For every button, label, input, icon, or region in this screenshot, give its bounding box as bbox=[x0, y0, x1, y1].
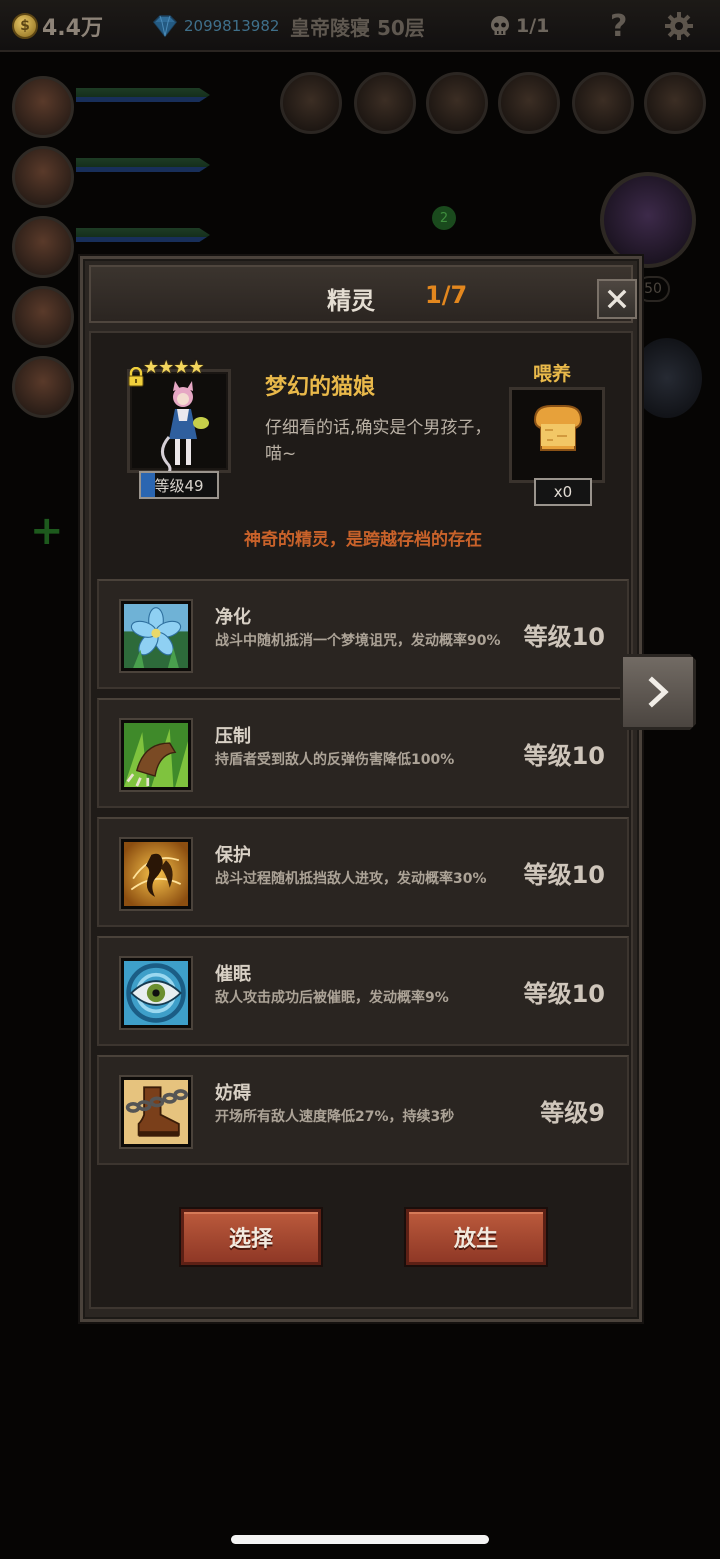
skull-counter: 1/1 bbox=[488, 10, 549, 42]
skill-description: 持盾者受到敌人的反弹伤害降低100% bbox=[215, 752, 455, 768]
skill-level: 等级10 bbox=[523, 742, 605, 770]
eye-icon bbox=[121, 958, 191, 1028]
hero-portrait[interactable] bbox=[12, 216, 74, 278]
crow-portrait bbox=[632, 338, 702, 418]
gem-counter: 2099813982 bbox=[150, 10, 279, 42]
hero-portrait[interactable] bbox=[12, 356, 74, 418]
hero-hp-bar bbox=[76, 228, 210, 242]
skill-row[interactable]: 保护 战斗过程随机抵挡敌人进攻，发动概率30% 等级10 bbox=[97, 817, 629, 927]
stage-title: 皇帝陵寝 50层 bbox=[290, 15, 425, 40]
hero-hp-bar bbox=[76, 88, 210, 102]
gold-counter: $ 4.4万 bbox=[12, 10, 103, 42]
release-button[interactable]: 放生 bbox=[406, 1209, 546, 1265]
skill-description: 战斗中随机抵消一个梦境诅咒，发动概率90% bbox=[215, 633, 501, 649]
skill-row[interactable]: 妨碍 开场所有敌人速度降低27%，持续3秒 等级9 bbox=[97, 1055, 629, 1165]
equipment-slot[interactable] bbox=[644, 72, 706, 134]
bread-icon bbox=[533, 405, 583, 451]
spirit-level: 等级49 bbox=[154, 476, 204, 495]
spirit-guard-icon bbox=[121, 839, 191, 909]
close-button[interactable] bbox=[597, 279, 637, 319]
home-indicator[interactable] bbox=[231, 1535, 489, 1544]
equipment-slot[interactable] bbox=[280, 72, 342, 134]
chained-boot-icon bbox=[121, 1077, 191, 1147]
skill-name: 催眠 bbox=[215, 964, 251, 985]
hero-portrait[interactable] bbox=[12, 146, 74, 208]
equipment-slot[interactable] bbox=[354, 72, 416, 134]
feed-label: 喂养 bbox=[533, 363, 572, 385]
coin-icon: $ bbox=[12, 13, 38, 39]
claw-icon bbox=[121, 720, 191, 790]
spirit-tagline: 神奇的精灵，是跨越存档的存在 bbox=[244, 530, 482, 550]
feed-button[interactable]: x0 bbox=[509, 387, 605, 506]
skill-level: 等级10 bbox=[523, 980, 605, 1008]
skill-row[interactable]: 催眠 敌人攻击成功后被催眠，发动概率9% 等级10 bbox=[97, 936, 629, 1046]
next-spirit-button[interactable] bbox=[620, 654, 696, 730]
skill-row[interactable]: 压制 持盾者受到敌人的反弹伤害降低100% 等级10 bbox=[97, 698, 629, 808]
skill-description: 敌人攻击成功后被催眠，发动概率9% bbox=[215, 990, 449, 1006]
skill-name: 净化 bbox=[215, 607, 251, 628]
star-rating: ★★★★ bbox=[143, 357, 205, 378]
equipment-slot[interactable] bbox=[572, 72, 634, 134]
hero-portrait[interactable] bbox=[12, 76, 74, 138]
top-hud: $ 4.4万 2099813982 皇帝陵寝 50层 1/1 ? bbox=[0, 0, 720, 52]
spirit-dialog: 精灵 1/7 ★★★★ 等级49 梦幻的猫娘 仔细看的话,确实是个男孩子，喵~ … bbox=[80, 256, 642, 1322]
hero-hp-bar bbox=[76, 158, 210, 172]
skill-row[interactable]: 净化 战斗中随机抵消一个梦境诅咒，发动概率90% 等级10 bbox=[97, 579, 629, 689]
catgirl-sprite bbox=[161, 381, 209, 477]
gear-icon[interactable] bbox=[664, 10, 694, 42]
dialog-header: 精灵 1/7 bbox=[89, 265, 637, 323]
skill-name: 保护 bbox=[215, 845, 251, 866]
spirit-page-count: 1/7 bbox=[425, 281, 468, 309]
skill-level: 等级10 bbox=[523, 861, 605, 889]
skull-icon bbox=[491, 16, 509, 35]
equipment-slot[interactable] bbox=[498, 72, 560, 134]
skull-count: 1/1 bbox=[516, 15, 550, 37]
gold-amount: 4.4万 bbox=[42, 16, 103, 41]
skill-name: 压制 bbox=[215, 726, 251, 747]
spirit-description: 仔细看的话,确实是个男孩子，喵~ bbox=[265, 418, 492, 464]
close-icon bbox=[607, 289, 627, 309]
add-icon[interactable]: + bbox=[30, 508, 64, 554]
diamond-icon bbox=[152, 15, 178, 38]
skill-description: 开场所有敌人速度降低27%，持续3秒 bbox=[215, 1109, 455, 1125]
gem-amount: 2099813982 bbox=[184, 17, 280, 35]
help-icon[interactable]: ? bbox=[610, 9, 627, 44]
feed-count: x0 bbox=[534, 478, 592, 506]
spirit-name: 梦幻的猫娘 bbox=[265, 375, 376, 400]
chevron-right-icon bbox=[648, 676, 669, 708]
spirit-portrait[interactable]: ★★★★ 等级49 bbox=[121, 357, 237, 499]
hero-portrait[interactable] bbox=[12, 286, 74, 348]
boss-portrait[interactable] bbox=[600, 172, 696, 268]
count-badge: 2 bbox=[432, 206, 456, 230]
dialog-body: ★★★★ 等级49 梦幻的猫娘 仔细看的话,确实是个男孩子，喵~ 喂养 x0 神… bbox=[89, 331, 633, 1309]
equipment-slot[interactable] bbox=[426, 72, 488, 134]
dialog-title: 精灵 bbox=[327, 287, 375, 315]
spirit-level-tag: 等级49 bbox=[139, 471, 219, 499]
skill-description: 战斗过程随机抵挡敌人进攻，发动概率30% bbox=[215, 871, 487, 887]
blue-flower-icon bbox=[121, 601, 191, 671]
skill-level: 等级9 bbox=[540, 1099, 605, 1127]
skill-name: 妨碍 bbox=[215, 1083, 251, 1104]
skill-level: 等级10 bbox=[523, 623, 605, 651]
select-button[interactable]: 选择 bbox=[181, 1209, 321, 1265]
